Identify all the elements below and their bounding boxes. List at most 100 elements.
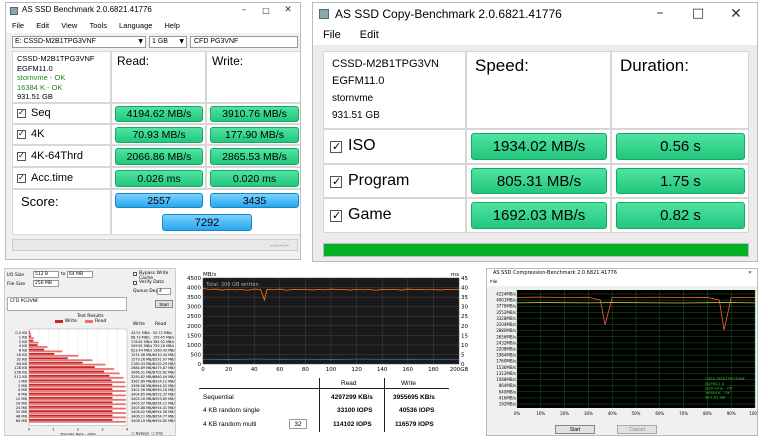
close-icon[interactable]: ✕ xyxy=(746,269,754,278)
unit-option-bytes: Bytes/s xyxy=(136,432,149,435)
minimize-icon[interactable]: – xyxy=(647,3,673,25)
overlay-text: Total: 200 GB written xyxy=(205,282,259,288)
read-bar xyxy=(29,337,34,340)
legend-line: 931.51 GB xyxy=(705,395,725,400)
check-icon: ✓ xyxy=(332,209,342,222)
write-header: Write: xyxy=(212,54,244,68)
write-speed-chart: 0 500 1000 1500 2000 2500 3000 3500 4000 4500 0 20 4… xyxy=(187,272,468,373)
size-tick-label: 32 KB xyxy=(16,357,27,361)
unit-option-io: IO/s xyxy=(156,432,163,435)
write-bar xyxy=(29,357,68,360)
file-size-select[interactable]: 256 MB xyxy=(33,280,59,287)
write-value: 2865.53 MB/s xyxy=(210,148,299,165)
4k-64thrd-checkbox[interactable]: ✓ xyxy=(17,151,26,161)
check-icon: ✓ xyxy=(332,140,342,153)
speed-header-cell: Speed: xyxy=(466,51,611,129)
description-box[interactable]: CFD PG3VNF xyxy=(7,297,127,311)
results-table: Read Write Sequential 4297299 KB/s 39556… xyxy=(199,378,469,434)
alignment-status: 16384 K - OK xyxy=(17,82,63,92)
menu-view[interactable]: View xyxy=(61,19,77,33)
menu-file[interactable]: File xyxy=(12,19,24,33)
menu-language[interactable]: Language xyxy=(119,19,152,33)
title-bar[interactable]: AS SSD Compression-Benchmark 2.0.6821.41… xyxy=(487,269,757,278)
close-icon[interactable]: ✕ xyxy=(723,3,749,25)
read-bar xyxy=(29,381,126,384)
queue-depth-spinner[interactable]: 32 xyxy=(289,419,307,429)
menu-file[interactable]: File xyxy=(323,25,341,45)
read-value-label: 3952.37 MB/s xyxy=(153,393,175,397)
size-tick-label: 48 MB xyxy=(16,415,28,419)
progress-bar xyxy=(323,243,749,257)
size-select[interactable]: 1 GB ▼ xyxy=(149,36,187,48)
bypass-cache-checkbox[interactable] xyxy=(133,272,137,276)
queue-depth-select[interactable]: 4 xyxy=(157,288,171,295)
iso-checkbox[interactable]: ✓ xyxy=(330,140,342,153)
start-button[interactable]: Start xyxy=(555,425,595,434)
row-label-cell: ✓ Game xyxy=(323,198,466,233)
result-read: 4297299 KB/s xyxy=(331,394,373,401)
write-value-label: 2189.43 MB/s xyxy=(131,362,154,366)
name-field[interactable]: CFD PG3VNF xyxy=(190,36,298,48)
read-bar xyxy=(29,398,126,401)
menu-help[interactable]: Help xyxy=(165,19,180,33)
read-value-cell: 0.026 ms xyxy=(111,167,206,189)
write-bar xyxy=(29,339,34,342)
write-value-cell: 3910.76 MB/s xyxy=(206,103,300,124)
x-tick-label: 40 xyxy=(251,367,258,373)
seq-checkbox[interactable]: ✓ xyxy=(17,108,26,118)
close-icon[interactable]: ✕ xyxy=(280,3,296,19)
write-value-label: 3405.88 MB/s xyxy=(131,406,154,410)
y-tick-label: 1000 xyxy=(187,343,201,349)
speed-value: 1692.03 MB/s xyxy=(471,202,607,229)
x-tick-label: 0% xyxy=(514,411,521,416)
y-tick-label: 864MB/s xyxy=(499,383,516,388)
write-bar xyxy=(29,331,31,333)
size-tick-label: 128 KB xyxy=(14,366,27,370)
write-value-label: 2684.89 MB/s xyxy=(131,366,154,370)
read-value-label: 384.02 MB/s xyxy=(153,340,174,344)
title-bar[interactable]: AS SSD Benchmark 2.0.6821.41776 – □ ✕ xyxy=(6,3,300,19)
maximize-icon[interactable]: □ xyxy=(258,3,274,19)
read-bar xyxy=(29,376,124,379)
write-value-label: 3406.19 MB/s xyxy=(131,419,154,423)
minimize-icon[interactable]: – xyxy=(236,3,252,19)
io-size-from[interactable]: 512 B xyxy=(33,271,59,278)
write-test-window: 0 500 1000 1500 2000 2500 3000 3500 4000 4500 0 20 4… xyxy=(183,268,475,436)
write-value-label: 3405.47 MB/s xyxy=(131,401,154,405)
menu-file[interactable]: File xyxy=(490,278,497,286)
acc-time-checkbox[interactable]: ✓ xyxy=(17,173,26,183)
menu-edit[interactable]: Edit xyxy=(360,25,379,45)
x-tick-label: 60% xyxy=(655,411,664,416)
4k-checkbox[interactable]: ✓ xyxy=(17,129,26,139)
drive-select[interactable]: E: CSSD-M2B1TPG3VNF ▼ xyxy=(12,36,146,48)
menu-bar: File Edit xyxy=(313,25,757,45)
read-value: 4194.62 MB/s xyxy=(115,106,203,122)
program-checkbox[interactable]: ✓ xyxy=(330,175,342,188)
read-value: 2066.86 MB/s xyxy=(115,148,203,165)
title-bar[interactable]: AS SSD Copy-Benchmark 2.0.6821.41776 – □… xyxy=(313,3,757,25)
game-checkbox[interactable]: ✓ xyxy=(330,209,342,222)
write-bar xyxy=(29,375,110,377)
read-value-label: 3954.41 MB/s xyxy=(153,406,175,410)
size-tick-label: 1 KB xyxy=(19,335,28,339)
verify-data-label: Verify Data xyxy=(139,280,164,285)
write-value-label: 3396.08 MB/s xyxy=(131,384,154,388)
progress-fill xyxy=(324,244,748,256)
row-label-cell: ✓ 4K-64Thrd xyxy=(12,145,111,167)
y-tick-label: 500 xyxy=(191,352,202,358)
verify-data-checkbox[interactable] xyxy=(133,281,137,285)
start-button[interactable]: Start xyxy=(155,300,173,308)
duration-header-cell: Duration: xyxy=(611,51,749,129)
io-size-to[interactable]: 64 MB xyxy=(67,271,93,278)
y-right-tick-label: 15 xyxy=(461,333,468,339)
duration-value: 1.75 s xyxy=(616,168,745,194)
y-tick-label: 3000 xyxy=(187,305,201,311)
menu-edit[interactable]: Edit xyxy=(36,19,49,33)
cancel-button[interactable]: Cancel xyxy=(617,425,657,434)
row-label: Program xyxy=(348,172,410,189)
maximize-icon[interactable]: □ xyxy=(685,3,711,25)
menu-tools[interactable]: Tools xyxy=(89,19,107,33)
size-tick-label: 64 KB xyxy=(16,362,27,366)
drive-firmware: EGFM11.0 xyxy=(17,63,53,73)
row-label-cell: ✓ Program xyxy=(323,164,466,198)
